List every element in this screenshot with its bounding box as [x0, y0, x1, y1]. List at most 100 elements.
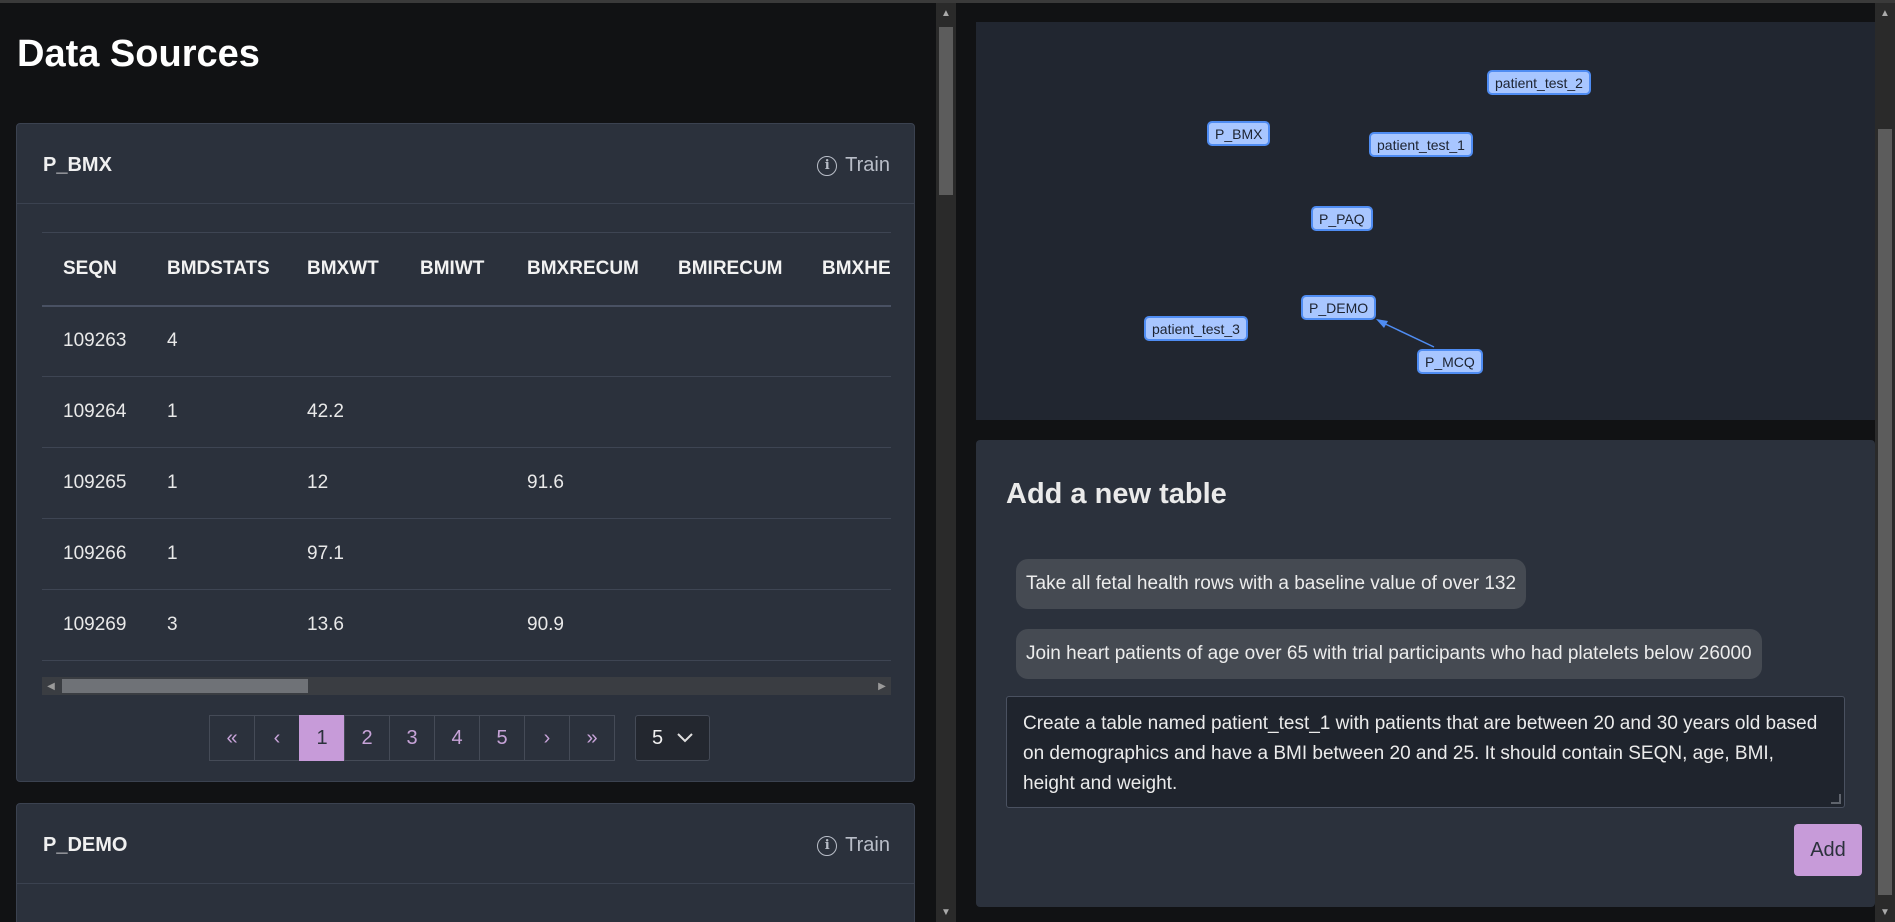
train-label: Train: [845, 834, 890, 856]
info-icon: i: [817, 835, 838, 856]
page-size-value: 5: [652, 726, 664, 749]
table-row: 109266 1 97.1: [42, 518, 891, 590]
data-source-card-p-demo: P_DEMO i Train: [16, 803, 915, 922]
add-table-title: Add a new table: [1006, 478, 1227, 510]
scroll-down-icon[interactable]: ▼: [1875, 902, 1895, 922]
page-button-4[interactable]: 4: [434, 715, 480, 761]
data-table: SEQN BMDSTATS BMXWT BMIWT BMXRECUM BMIRE…: [42, 232, 891, 661]
prev-page-button[interactable]: ‹: [254, 715, 300, 761]
column-header[interactable]: BMXHE: [801, 232, 891, 307]
column-header[interactable]: BMXWT: [286, 232, 399, 307]
column-header[interactable]: BMXRECUM: [506, 232, 657, 307]
table-row: 109264 1 42.2: [42, 376, 891, 448]
scroll-up-icon[interactable]: ▲: [1875, 3, 1895, 23]
table-row: 109265 1 12 91.6: [42, 447, 891, 519]
table-horizontal-scrollbar[interactable]: ◀ ▶: [42, 677, 891, 695]
scrollbar-thumb[interactable]: [62, 679, 308, 693]
query-textarea[interactable]: Create a table named patient_test_1 with…: [1006, 696, 1845, 808]
scrollbar-thumb[interactable]: [1878, 129, 1892, 895]
table-cell: 12: [286, 447, 399, 519]
right-pane: patient_test_2 P_BMX patient_test_1 P_PA…: [956, 3, 1895, 922]
table-cell: [399, 376, 506, 448]
column-header[interactable]: BMIWT: [399, 232, 506, 307]
table-relationship-graph[interactable]: patient_test_2 P_BMX patient_test_1 P_PA…: [976, 22, 1875, 420]
table-cell: [506, 518, 657, 590]
graph-edge: [1378, 320, 1435, 348]
column-header[interactable]: SEQN: [42, 232, 146, 307]
page-button-1[interactable]: 1: [299, 715, 345, 761]
next-page-button[interactable]: ›: [524, 715, 570, 761]
train-label: Train: [845, 154, 890, 176]
scrollbar-thumb[interactable]: [939, 27, 953, 195]
table-cell: [657, 305, 801, 377]
table-cell: 109263: [42, 305, 146, 377]
table-cell: 42.2: [286, 376, 399, 448]
table-cell: [286, 305, 399, 377]
table-cell: 1: [146, 447, 286, 519]
table-cell: 13.6: [286, 589, 399, 661]
table-cell: [657, 447, 801, 519]
graph-node[interactable]: P_PAQ: [1311, 206, 1373, 231]
last-page-button[interactable]: »: [569, 715, 615, 761]
suggestion-chip[interactable]: Join heart patients of age over 65 with …: [1016, 629, 1762, 679]
table-cell: 1: [146, 376, 286, 448]
table-cell: [399, 447, 506, 519]
table-cell: [657, 518, 801, 590]
chevron-down-icon: [677, 733, 693, 743]
table-cell: 3: [146, 589, 286, 661]
graph-node[interactable]: patient_test_1: [1369, 132, 1473, 157]
table-cell: 90.9: [506, 589, 657, 661]
graph-node[interactable]: patient_test_3: [1144, 316, 1248, 341]
column-header[interactable]: BMIRECUM: [657, 232, 801, 307]
table-cell: [801, 589, 891, 661]
column-header[interactable]: BMDSTATS: [146, 232, 286, 307]
data-sources-pane: Data Sources P_BMX i Train SEQN BMDSTATS…: [0, 3, 936, 922]
resize-handle-icon[interactable]: [1831, 794, 1841, 804]
table-cell: [506, 305, 657, 377]
data-table-container: SEQN BMDSTATS BMXWT BMIWT BMXRECUM BMIRE…: [42, 232, 891, 677]
page-title: Data Sources: [17, 33, 260, 75]
table-cell: [506, 376, 657, 448]
table-cell: [399, 589, 506, 661]
table-cell: 109264: [42, 376, 146, 448]
table-cell: 1: [146, 518, 286, 590]
table-cell: 109266: [42, 518, 146, 590]
card-header: P_BMX i Train: [17, 124, 914, 204]
card-header: P_DEMO i Train: [17, 804, 914, 884]
data-source-card-p-bmx: P_BMX i Train SEQN BMDSTATS BMXWT BMIWT …: [16, 123, 915, 782]
table-row: 109263 4: [42, 305, 891, 377]
train-button[interactable]: i Train: [817, 834, 890, 857]
right-pane-scrollbar[interactable]: ▲ ▼: [1875, 3, 1895, 922]
scroll-up-icon[interactable]: ▲: [936, 3, 956, 23]
page-button-3[interactable]: 3: [389, 715, 435, 761]
table-cell: [657, 589, 801, 661]
scroll-down-icon[interactable]: ▼: [936, 902, 956, 922]
card-title: P_DEMO: [43, 834, 128, 856]
add-button[interactable]: Add: [1794, 824, 1862, 876]
page-size-select[interactable]: 5: [635, 715, 710, 761]
table-cell: [399, 518, 506, 590]
page-button-5[interactable]: 5: [479, 715, 525, 761]
page-button-2[interactable]: 2: [344, 715, 390, 761]
table-cell: [801, 305, 891, 377]
table-cell: 4: [146, 305, 286, 377]
table-cell: [801, 447, 891, 519]
train-button[interactable]: i Train: [817, 154, 890, 177]
left-pane-scrollbar[interactable]: ▲ ▼: [936, 3, 956, 922]
table-header-row: SEQN BMDSTATS BMXWT BMIWT BMXRECUM BMIRE…: [42, 232, 891, 307]
graph-node[interactable]: P_DEMO: [1301, 295, 1377, 320]
add-table-panel: Add a new table Take all fetal health ro…: [976, 440, 1875, 907]
first-page-button[interactable]: «: [209, 715, 255, 761]
suggestion-chip[interactable]: Take all fetal health rows with a baseli…: [1016, 559, 1527, 609]
table-row: 109269 3 13.6 90.9: [42, 589, 891, 661]
graph-node[interactable]: P_BMX: [1207, 121, 1271, 146]
arrowhead-icon: [1376, 319, 1388, 328]
graph-node[interactable]: P_MCQ: [1417, 349, 1483, 374]
table-cell: 91.6: [506, 447, 657, 519]
scroll-right-icon[interactable]: ▶: [873, 677, 891, 695]
scroll-left-icon[interactable]: ◀: [42, 677, 60, 695]
card-title: P_BMX: [43, 154, 112, 176]
table-cell: [657, 376, 801, 448]
table-cell: 109265: [42, 447, 146, 519]
graph-node[interactable]: patient_test_2: [1487, 70, 1591, 95]
